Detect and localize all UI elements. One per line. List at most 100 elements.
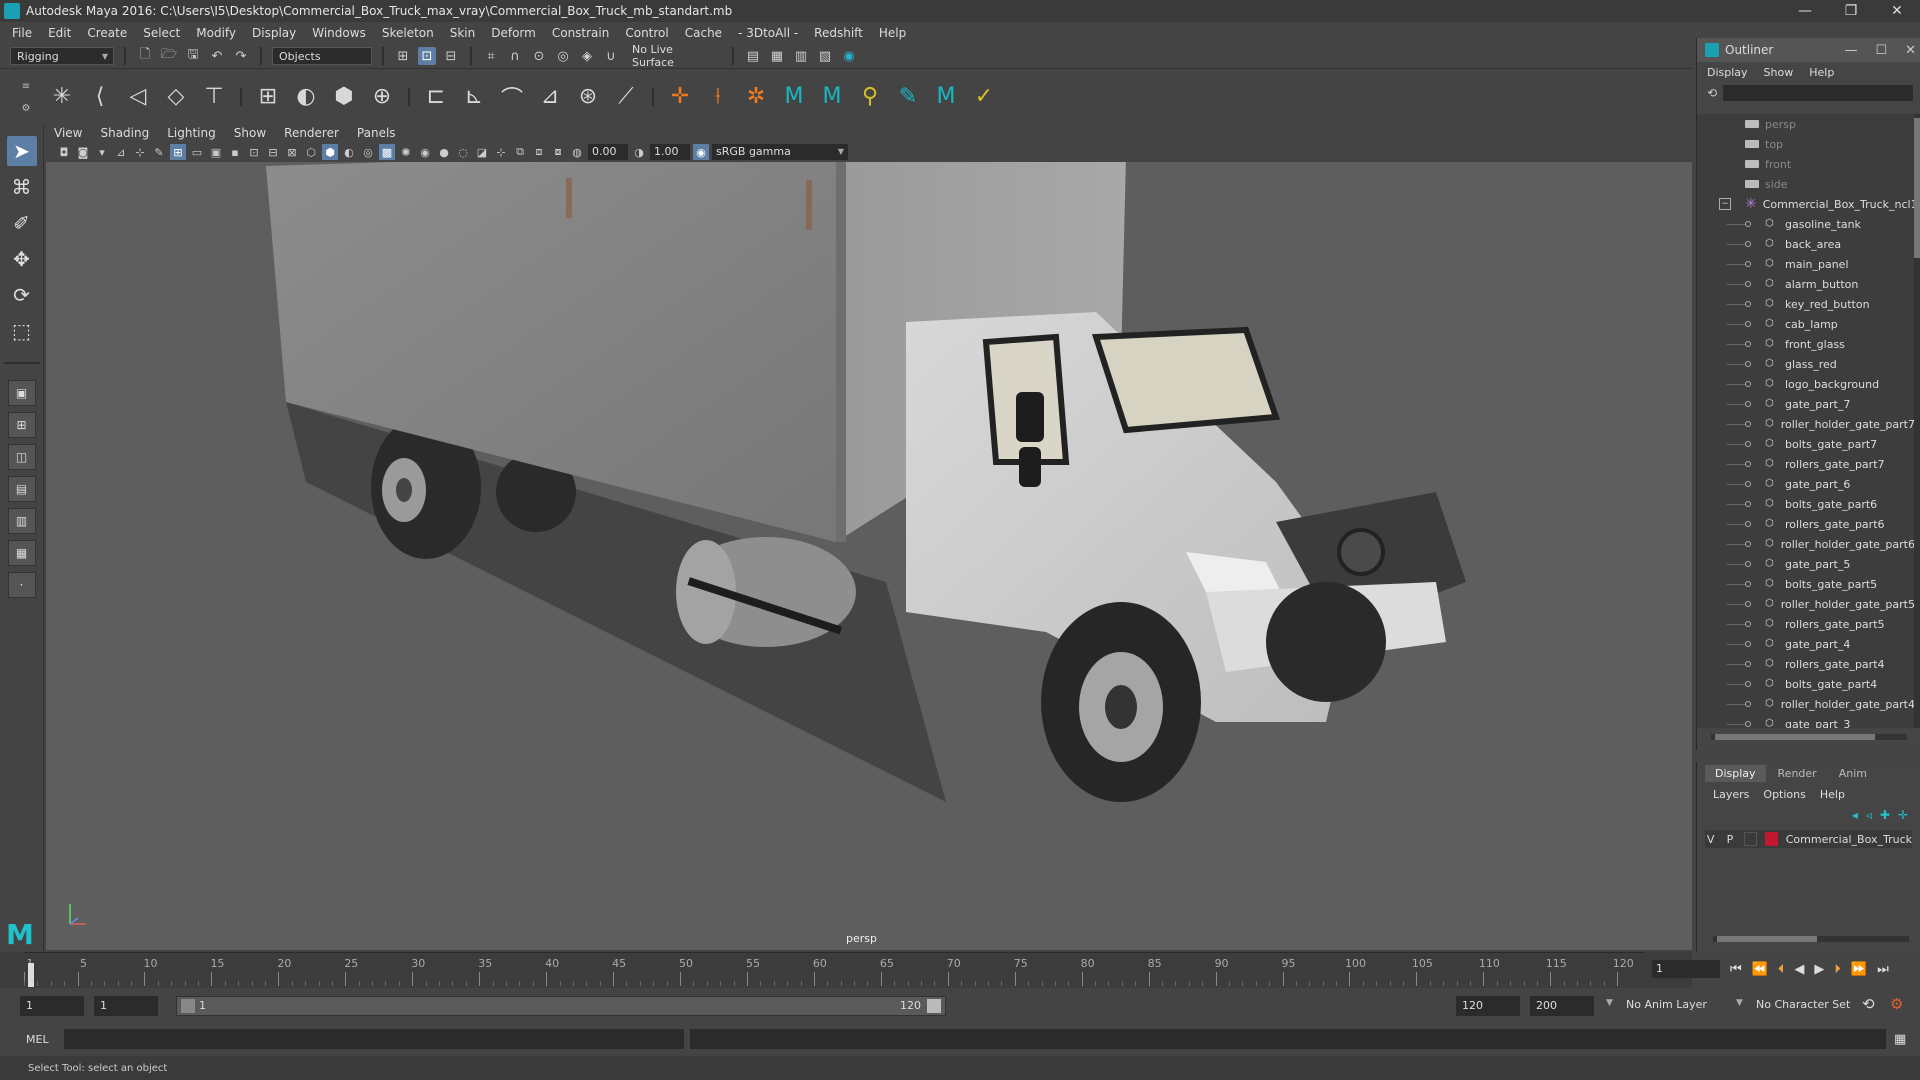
end-time-field[interactable]: 200 [1530,996,1594,1016]
outliner-item-mesh[interactable]: ⬡ bolts_gate_part6 [1697,494,1915,514]
layer-row[interactable]: V P Commercial_Box_Truck [1705,830,1912,848]
outliner-horizontal-scrollbar[interactable] [1711,734,1907,740]
tab-display[interactable]: Display [1705,764,1766,782]
layer-color-swatch[interactable] [1764,832,1778,846]
mirror-weights-icon[interactable]: ⊿ [534,81,566,113]
prune-weights-icon[interactable]: ⟋ [610,81,642,113]
anim-layer-dropdown[interactable]: No Anim Layer [1626,998,1707,1011]
menu-skeleton[interactable]: Skeleton [382,26,434,40]
ipr-render-icon[interactable]: ▥ [792,47,810,65]
image-plane-icon[interactable]: ⊿ [113,144,129,160]
grid-icon[interactable]: ⊞ [170,144,186,160]
lattice-icon[interactable]: ⊞ [252,81,284,113]
close-icon[interactable]: ✕ [1905,43,1916,58]
tab-render[interactable]: Render [1768,765,1827,782]
copy-weights-icon[interactable]: ⊛ [572,81,604,113]
move-tool-icon[interactable]: ✥ [7,244,37,274]
outliner-item-mesh[interactable]: ⬡ front_glass [1697,334,1915,354]
outliner-item-mesh[interactable]: ⬡ roller_holder_gate_part6 [1697,534,1915,554]
gamma-icon[interactable]: ◑ [631,144,647,160]
isolate-select-icon[interactable]: ⊹ [493,144,509,160]
outliner-item-mesh[interactable]: ⬡ gate_part_6 [1697,474,1915,494]
wireframe-icon[interactable]: ⬡ [303,144,319,160]
outliner-item-mesh[interactable]: ⬡ gate_part_3 [1697,714,1915,728]
menu-deform[interactable]: Deform [491,26,536,40]
playback-end-field[interactable]: 120 [1456,996,1520,1016]
snap-surface-icon[interactable]: ◈ [578,47,596,65]
outliner-item-mesh[interactable]: ⬡ alarm_button [1697,274,1915,294]
safe-title-icon[interactable]: ⊠ [284,144,300,160]
default-material-icon[interactable]: ◐ [341,144,357,160]
paint-tool-icon[interactable]: ✎ [892,81,924,113]
checkmark-icon[interactable]: ✓ [968,81,1000,113]
minimize-icon[interactable]: — [1844,43,1857,58]
save-scene-icon[interactable]: 🖫 [184,47,202,65]
sculpt-icon[interactable]: ⬢ [328,81,360,113]
layer-menu-layers[interactable]: Layers [1713,788,1749,801]
exposure-icon[interactable]: ◍ [569,144,585,160]
scrollbar-thumb[interactable] [1914,118,1920,258]
gate-mask-icon[interactable]: ▪ [227,144,243,160]
menu-control[interactable]: Control [625,26,668,40]
ik-handle-icon[interactable]: ⟨ [84,81,116,113]
menu-create[interactable]: Create [87,26,127,40]
persp-outliner-layout-icon[interactable]: ▤ [7,476,36,502]
ik-spline-icon[interactable]: ◁ [122,81,154,113]
film-gate-icon[interactable]: ▭ [189,144,205,160]
step-back-icon[interactable]: ⏪ [1752,962,1768,977]
playback-start-field[interactable]: 1 [94,996,158,1016]
open-scene-icon[interactable]: 🗁 [160,47,178,65]
menu-edit[interactable]: Edit [48,26,71,40]
maximize-icon[interactable]: ☐ [1875,43,1887,58]
panel-menu-renderer[interactable]: Renderer [284,126,339,140]
paint-select-icon[interactable]: ✐ [7,208,37,238]
outliner-menu-display[interactable]: Display [1707,66,1748,79]
outliner-item-mesh[interactable]: ⬡ rollers_gate_part5 [1697,614,1915,634]
outliner-item-mesh[interactable]: ⬡ logo_background [1697,374,1915,394]
menu-redshift[interactable]: Redshift [814,26,863,40]
grease-pencil-icon[interactable]: ✎ [151,144,167,160]
time-slider[interactable]: 1510152025303540455055606570758085909510… [0,952,1692,988]
outliner-item-camera[interactable]: side [1697,174,1915,194]
outliner-item-mesh[interactable]: ⬡ roller_holder_gate_part4 [1697,694,1915,714]
exposure-field[interactable]: 0.00 [588,144,628,160]
selection-mode-dropdown[interactable]: Objects [272,47,372,65]
outliner-item-mesh[interactable]: ⬡ roller_holder_gate_part5 [1697,594,1915,614]
outliner-item-mesh[interactable]: ⬡ key_red_button [1697,294,1915,314]
2d-pan-zoom-icon[interactable]: ⊹ [132,144,148,160]
motion-blur-icon[interactable]: ◌ [455,144,471,160]
field-chart-icon[interactable]: ⊡ [246,144,262,160]
xray-icon[interactable]: ⧉ [512,144,528,160]
current-frame-field[interactable]: 1 [1652,960,1720,978]
outliner-vertical-scrollbar[interactable] [1914,114,1920,728]
shadows-icon[interactable]: ◉ [417,144,433,160]
outliner-item-mesh[interactable]: ⬡ roller_holder_gate_part7 [1697,414,1915,434]
outliner-item-mesh[interactable]: ⬡ bolts_gate_part4 [1697,674,1915,694]
time-ruler[interactable]: 1510152025303540455055606570758085909510… [24,952,1644,988]
point-constraint-icon[interactable]: ✛ [664,81,696,113]
layer-visibility-toggle[interactable]: V [1705,833,1716,846]
bind-skin-icon[interactable]: ⊏ [420,81,452,113]
bookmark-icon[interactable]: ▾ [94,144,110,160]
scale-tool-icon[interactable]: ⬚ [7,316,37,346]
layer-playback-toggle[interactable]: P [1724,833,1735,846]
wireframe-on-shaded-icon[interactable]: ◎ [360,144,376,160]
smooth-shade-icon[interactable]: ⬢ [322,144,338,160]
render-settings-icon[interactable]: ▧ [816,47,834,65]
layer-menu-help[interactable]: Help [1820,788,1845,801]
tab-anim[interactable]: Anim [1829,765,1877,782]
range-slider-high-handle[interactable] [927,999,941,1013]
outliner-item-mesh[interactable]: ⬡ gate_part_5 [1697,554,1915,574]
chevron-down-icon[interactable]: ▼ [1606,998,1613,1008]
select-hierarchy-icon[interactable]: ⊞ [394,47,412,65]
orient-constraint-icon[interactable]: ✲ [740,81,772,113]
collapse-layout-icon[interactable]: · [7,572,36,598]
joint-tool-icon[interactable]: ✳ [46,81,78,113]
panel-menu-shading[interactable]: Shading [100,126,149,140]
single-pane-layout-icon[interactable]: ▣ [7,380,36,406]
blend-shape-icon[interactable]: ⊕ [366,81,398,113]
step-back-key-icon[interactable]: ⏴ [1778,962,1785,977]
locator-icon[interactable]: ◇ [160,81,192,113]
snap-view-plane-icon[interactable]: ◎ [554,47,572,65]
two-pane-layout-icon[interactable]: ◫ [7,444,36,470]
